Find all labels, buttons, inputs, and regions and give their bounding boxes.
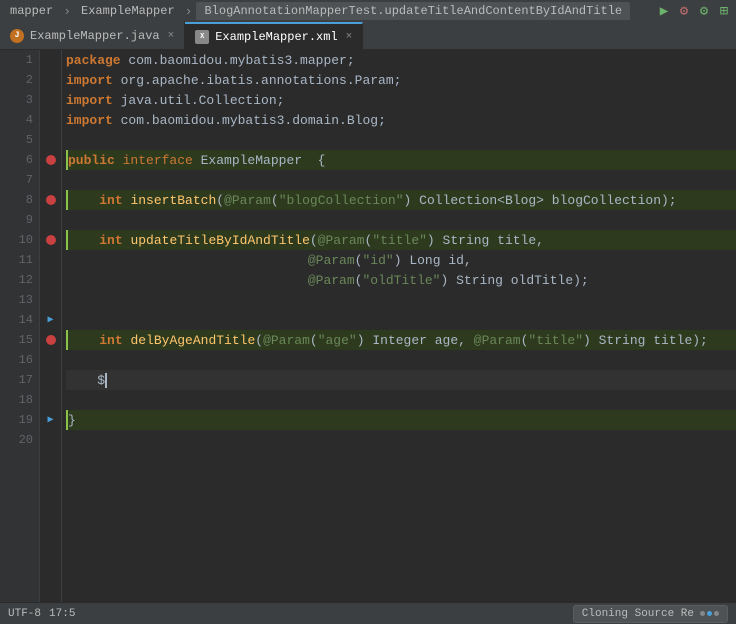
line-6: 6 <box>0 150 39 170</box>
nav-mapper[interactable]: mapper <box>4 4 59 18</box>
tab-java-label: ExampleMapper.java <box>30 29 160 43</box>
line-15: 15 <box>0 330 39 350</box>
code-line-2: import org.apache.ibatis.annotations.Par… <box>66 70 736 90</box>
code-line-8: int insertBatch(@Param("blogCollection")… <box>66 190 736 210</box>
editor-container: 1 2 3 4 5 6 7 8 9 10 11 12 13 14 15 16 1… <box>0 50 736 602</box>
java-icon: J <box>10 29 24 43</box>
progress-indicator <box>700 611 719 616</box>
gutter-row-13 <box>40 290 61 310</box>
line-4: 4 <box>0 110 39 130</box>
gutter-row-12 <box>40 270 61 290</box>
gutter-row-4 <box>40 110 61 130</box>
code-line-7 <box>66 170 736 190</box>
line-18: 18 <box>0 390 39 410</box>
status-bar: UTF-8 17:5 Cloning Source Re <box>0 602 736 624</box>
gutter-row-18 <box>40 390 61 410</box>
gutter-row-5 <box>40 130 61 150</box>
gutter-row-7 <box>40 170 61 190</box>
nav-test-class[interactable]: BlogAnnotationMapperTest.updateTitleAndC… <box>196 2 630 20</box>
line-11: 11 <box>0 250 39 270</box>
line-numbers-gutter: 1 2 3 4 5 6 7 8 9 10 11 12 13 14 15 16 1… <box>0 50 40 602</box>
gutter-row-11 <box>40 250 61 270</box>
tab-bar: J ExampleMapper.java × X ExampleMapper.x… <box>0 22 736 50</box>
code-line-19: } <box>66 410 736 430</box>
line-7: 7 <box>0 170 39 190</box>
code-editor[interactable]: package com.baomidou.mybatis3.mapper; im… <box>62 50 736 602</box>
code-line-18 <box>66 390 736 410</box>
code-line-15: int delByAgeAndTitle(@Param("age") Integ… <box>66 330 736 350</box>
code-line-16 <box>66 350 736 370</box>
cloning-label: Cloning Source Re <box>582 608 694 620</box>
gutter-row-10 <box>40 230 61 250</box>
line-14: 14 <box>0 310 39 330</box>
progress-dot-1 <box>700 611 705 616</box>
code-line-13 <box>66 290 736 310</box>
code-line-1: package com.baomidou.mybatis3.mapper; <box>66 50 736 70</box>
breakpoint-10[interactable] <box>46 235 56 245</box>
code-line-20 <box>66 430 736 450</box>
line-17: 17 <box>0 370 39 390</box>
cloning-status-box: Cloning Source Re <box>573 605 728 623</box>
code-line-10: int updateTitleByIdAndTitle(@Param("titl… <box>66 230 736 250</box>
gutter-row-14: ▶ <box>40 310 61 330</box>
breakpoint-8[interactable] <box>46 195 56 205</box>
gutter-row-1 <box>40 50 61 70</box>
status-file-info: UTF-8 <box>8 608 41 620</box>
breakpoint-6[interactable] <box>46 155 56 165</box>
run-button[interactable]: ▶ <box>656 3 672 19</box>
line-20: 20 <box>0 430 39 450</box>
line-10: 10 <box>0 230 39 250</box>
arrow-19: ▶ <box>47 414 53 426</box>
gutter-row-2 <box>40 70 61 90</box>
code-line-11: @Param("id") Long id, <box>66 250 736 270</box>
top-bar: mapper › ExampleMapper › BlogAnnotationM… <box>0 0 736 22</box>
gutter-row-20 <box>40 430 61 450</box>
line-13: 13 <box>0 290 39 310</box>
toolbar-run: ▶ ⚙ ⚙ ⊞ <box>656 3 732 19</box>
tab-java[interactable]: J ExampleMapper.java × <box>0 22 185 49</box>
code-line-5 <box>66 130 736 150</box>
settings-button[interactable]: ⚙ <box>696 3 712 19</box>
gutter-row-6 <box>40 150 61 170</box>
line-16: 16 <box>0 350 39 370</box>
code-line-12: @Param("oldTitle") String oldTitle); <box>66 270 736 290</box>
status-line-col: 17:5 <box>49 608 75 620</box>
code-line-9 <box>66 210 736 230</box>
code-line-6: public interface ExampleMapper { <box>66 150 736 170</box>
line-1: 1 <box>0 50 39 70</box>
gutter-row-3 <box>40 90 61 110</box>
progress-dot-2 <box>707 611 712 616</box>
line-9: 9 <box>0 210 39 230</box>
code-line-3: import java.util.Collection; <box>66 90 736 110</box>
line-2: 2 <box>0 70 39 90</box>
line-19: 19 <box>0 410 39 430</box>
debug-button[interactable]: ⚙ <box>676 3 692 19</box>
line-8: 8 <box>0 190 39 210</box>
tab-java-close[interactable]: × <box>168 30 175 42</box>
tab-xml[interactable]: X ExampleMapper.xml × <box>185 22 363 49</box>
extra-button[interactable]: ⊞ <box>716 3 732 19</box>
breakpoint-gutter: ▶ ▶ <box>40 50 62 602</box>
tab-xml-close[interactable]: × <box>346 31 353 43</box>
gutter-row-16 <box>40 350 61 370</box>
tab-xml-label: ExampleMapper.xml <box>215 30 337 44</box>
code-line-4: import com.baomidou.mybatis3.domain.Blog… <box>66 110 736 130</box>
gutter-row-8 <box>40 190 61 210</box>
nav-example-mapper[interactable]: ExampleMapper <box>75 4 181 18</box>
gutter-row-19: ▶ <box>40 410 61 430</box>
code-line-17[interactable]: $ <box>66 370 736 390</box>
line-5: 5 <box>0 130 39 150</box>
status-right: Cloning Source Re <box>573 605 728 623</box>
breakpoint-15[interactable] <box>46 335 56 345</box>
arrow-14: ▶ <box>47 314 53 326</box>
gutter-row-9 <box>40 210 61 230</box>
xml-icon: X <box>195 30 209 44</box>
gutter-row-15 <box>40 330 61 350</box>
progress-dot-3 <box>714 611 719 616</box>
code-line-14 <box>66 310 736 330</box>
gutter-row-17 <box>40 370 61 390</box>
line-3: 3 <box>0 90 39 110</box>
line-12: 12 <box>0 270 39 290</box>
